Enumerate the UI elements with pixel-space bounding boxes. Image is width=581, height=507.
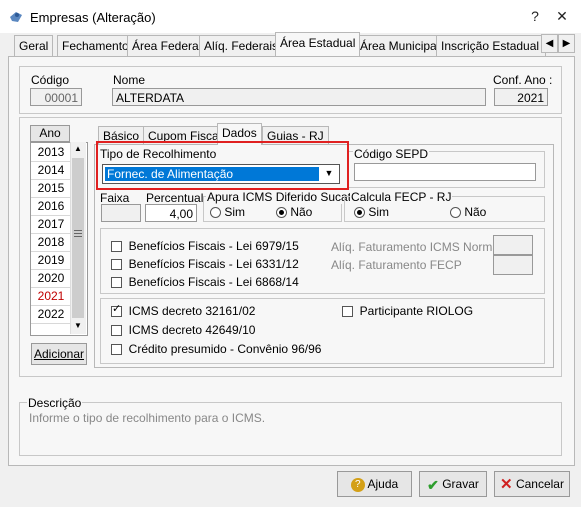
year-item[interactable]: 2020 [31,269,71,288]
year-item[interactable]: 2015 [31,179,71,198]
beneficio-6979-checkbox[interactable]: Benefícios Fiscais - Lei 6979/15 [111,239,299,253]
tab-scroll-right-icon[interactable]: ▶ [558,34,575,53]
tipo-select[interactable]: Fornec. de Alimentação ▼ [102,164,340,184]
year-item[interactable]: 2019 [31,251,71,270]
year-item[interactable]: 2016 [31,197,71,216]
tipo-label: Tipo de Recolhimento [100,147,217,161]
cross-icon: ✕ [500,475,513,493]
faixa-label: Faixa [100,191,130,205]
apura-sim-radio[interactable]: Sim [210,205,245,219]
riolog-checkbox[interactable]: Participante RIOLOG [342,304,473,318]
adicionar-button[interactable]: Adicionar [31,343,87,365]
help-icon[interactable]: ? [523,6,547,26]
year-item-selected[interactable]: 2021 [31,287,71,306]
conf-ano-label: Conf. Ano : [493,73,553,87]
ajuda-label: Ajuda [367,477,399,491]
ano-header: Ano [30,125,70,142]
sepd-field[interactable] [354,163,536,181]
year-list-scrollbar[interactable]: ▲ ▼ [70,142,86,334]
tab-inscricao-estadual[interactable]: Inscrição Estadual S [436,35,546,56]
year-item[interactable]: 2017 [31,215,71,234]
tab-area-estadual[interactable]: Área Estadual [275,32,361,56]
tab-fechamento[interactable]: Fechamento [57,35,134,56]
percentual-field[interactable]: 4,00 [145,204,197,222]
conf-ano-field[interactable]: 2021 [494,88,548,106]
tab-area-federal[interactable]: Área Federal [127,35,207,56]
aliq-icms-label: Alíq. Faturamento ICMS Normal [331,240,502,254]
aliq-fecp-field[interactable] [493,255,533,275]
window-title: Empresas (Alteração) [30,10,156,25]
percentual-label: Percentual [146,191,204,205]
fecp-label: Calcula FECP - RJ [350,190,453,204]
icms-42649-checkbox[interactable]: ICMS decreto 42649/10 [111,323,255,337]
year-item[interactable]: 2013 [31,143,71,162]
cancelar-label: Cancelar [515,477,564,491]
descricao-label: Descrição [27,396,83,410]
year-item[interactable]: 2014 [31,161,71,180]
scroll-down-icon[interactable]: ▼ [74,321,82,330]
chevron-down-icon[interactable]: ▼ [321,166,337,181]
gravar-label: Gravar [442,477,479,491]
year-item[interactable]: 2018 [31,233,71,252]
apura-label: Apura ICMS Diferido Sucata [206,190,359,204]
nome-label: Nome [113,73,146,87]
icms-32161-checkbox[interactable]: ICMS decreto 32161/02 [111,304,255,318]
close-icon[interactable]: ✕ [550,6,574,26]
sepd-label: Código SEPD [353,147,430,161]
credito-presumido-checkbox[interactable]: Crédito presumido - Convênio 96/96 [111,342,321,356]
tipo-select-value: Fornec. de Alimentação [104,166,320,182]
codigo-field[interactable]: 00001 [30,88,82,106]
faixa-field[interactable] [101,204,141,222]
beneficio-6868-checkbox[interactable]: Benefícios Fiscais - Lei 6868/14 [111,275,299,289]
tab-area-municipal[interactable]: Área Municipal [355,35,445,56]
descricao-text: Informe o tipo de recolhimento para o IC… [29,411,266,425]
help-circle-icon: ? [350,477,365,492]
scroll-up-icon[interactable]: ▲ [74,144,82,153]
apura-nao-radio[interactable]: Não [276,205,312,219]
scroll-thumb[interactable] [72,158,84,318]
ajuda-button[interactable]: ? Ajuda [337,471,412,497]
tab-aliq-federais[interactable]: Alíq. Federais [199,35,284,56]
app-icon [8,9,24,25]
nome-field[interactable]: ALTERDATA [112,88,486,106]
aliq-icms-field[interactable] [493,235,533,255]
codigo-label: Código [31,73,70,87]
fecp-sim-radio[interactable]: Sim [354,205,389,219]
year-item[interactable]: 2022 [31,305,71,324]
fecp-nao-radio[interactable]: Não [450,205,486,219]
aliq-fecp-label: Alíq. Faturamento FECP [331,258,462,272]
checkmark-icon: ✔ [427,476,439,493]
cancelar-button[interactable]: ✕ Cancelar [494,471,570,497]
tab-geral[interactable]: Geral [14,35,54,56]
beneficio-6331-checkbox[interactable]: Benefícios Fiscais - Lei 6331/12 [111,257,299,271]
tab-scroll-left-icon[interactable]: ◀ [541,34,558,53]
gravar-button[interactable]: ✔ Gravar [419,471,487,497]
